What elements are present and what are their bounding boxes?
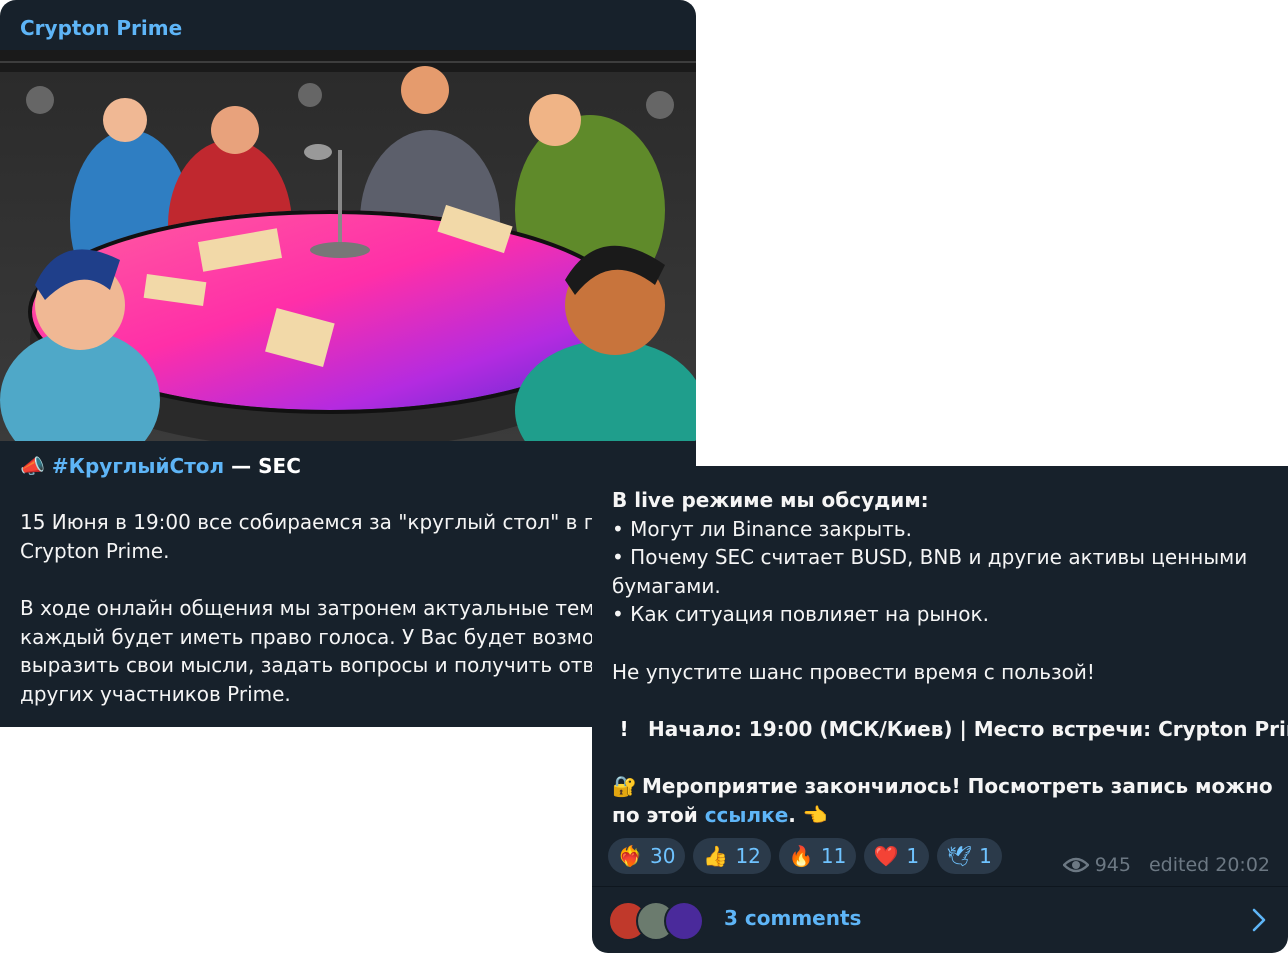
- eye-icon: [1062, 857, 1089, 873]
- post-body: В live режиме мы обсудим: • Могут ли Bin…: [612, 486, 1288, 830]
- comments-button[interactable]: 3 comments: [592, 887, 1288, 953]
- chevron-right-icon: [1252, 908, 1266, 932]
- hashtag-link[interactable]: #КруглыйСтол: [52, 454, 224, 478]
- call-to-action: Не упустите шанс провести время с пользо…: [612, 659, 1095, 684]
- dove-icon: 🕊: [946, 844, 972, 868]
- post-paragraph-description: В ходе онлайн общения мы затронем актуал…: [20, 596, 613, 706]
- heart-icon: ❤️: [873, 844, 899, 868]
- post-paragraph-date: 15 Июня в 19:00 все собираемся за "кругл…: [20, 510, 674, 563]
- exclamation-icon: !: [619, 716, 629, 741]
- post-card-bottom: В live режиме мы обсудим: • Могут ли Bin…: [592, 466, 1288, 953]
- reaction-count: 30: [650, 844, 676, 868]
- event-ended-suffix: . 👈: [788, 802, 828, 827]
- reactions-bar: ❤️‍🔥 30 👍 12 🔥 11 ❤️ 1 🕊 1: [608, 838, 1002, 874]
- megaphone-icon: 📣: [20, 454, 45, 478]
- reaction-count: 1: [906, 844, 920, 868]
- reaction-heart-fire[interactable]: ❤️‍🔥 30: [608, 838, 686, 874]
- channel-name[interactable]: Crypton Prime: [20, 16, 182, 40]
- event-ended-prefix: по этой: [612, 802, 705, 827]
- avatar: [664, 901, 704, 941]
- heart-fire-icon: ❤️‍🔥: [617, 844, 643, 868]
- reaction-count: 12: [735, 844, 761, 868]
- reaction-count: 11: [820, 844, 847, 868]
- comments-label: 3 comments: [724, 906, 862, 930]
- reaction-heart[interactable]: ❤️ 1: [864, 838, 930, 874]
- start-info: ! Начало: 19:00 (МСК/Киев) | Место встреч…: [612, 715, 1288, 744]
- recording-link[interactable]: ссылке: [705, 803, 789, 827]
- event-ended-line1: 🔐 Мероприятие закончилось! Посмотреть зап…: [612, 772, 1276, 801]
- fire-icon: 🔥: [788, 844, 814, 868]
- thumbs-up-icon: 👍: [703, 844, 728, 868]
- lock-key-icon: 🔐: [612, 773, 637, 798]
- event-ended-text: Мероприятие закончилось! Посмотреть запи…: [642, 773, 1273, 798]
- topic-bullet: • Могут ли Binance закрыть.: [612, 516, 912, 541]
- topic-bullet: • Как ситуация повлияет на рынок.: [612, 602, 989, 627]
- view-count: 945: [1094, 854, 1131, 876]
- topics-title: В live режиме мы обсудим:: [612, 488, 929, 512]
- topic-bullet-continuation: бумагами.: [612, 573, 721, 598]
- headline-suffix: — SEC: [224, 454, 301, 478]
- post-headline: 📣 #КруглыйСтол — SEC: [20, 454, 301, 478]
- post-meta: 945 edited 20:02: [1062, 854, 1270, 876]
- reaction-fire[interactable]: 🔥 11: [778, 838, 857, 874]
- post-illustration[interactable]: [0, 50, 696, 441]
- commenter-avatars: [608, 901, 708, 941]
- event-ended-line2: по этой ссылке. 👈: [612, 801, 1276, 830]
- start-info-text: Начало: 19:00 (МСК/Киев) | Место встречи…: [648, 716, 1288, 741]
- reaction-count: 1: [979, 844, 992, 868]
- topic-bullet: • Почему SEC считает BUSD, BNB и другие …: [612, 545, 1248, 570]
- reaction-dove[interactable]: 🕊 1: [937, 838, 1002, 874]
- edited-time: edited 20:02: [1148, 854, 1270, 876]
- reaction-thumbs-up[interactable]: 👍 12: [693, 838, 771, 874]
